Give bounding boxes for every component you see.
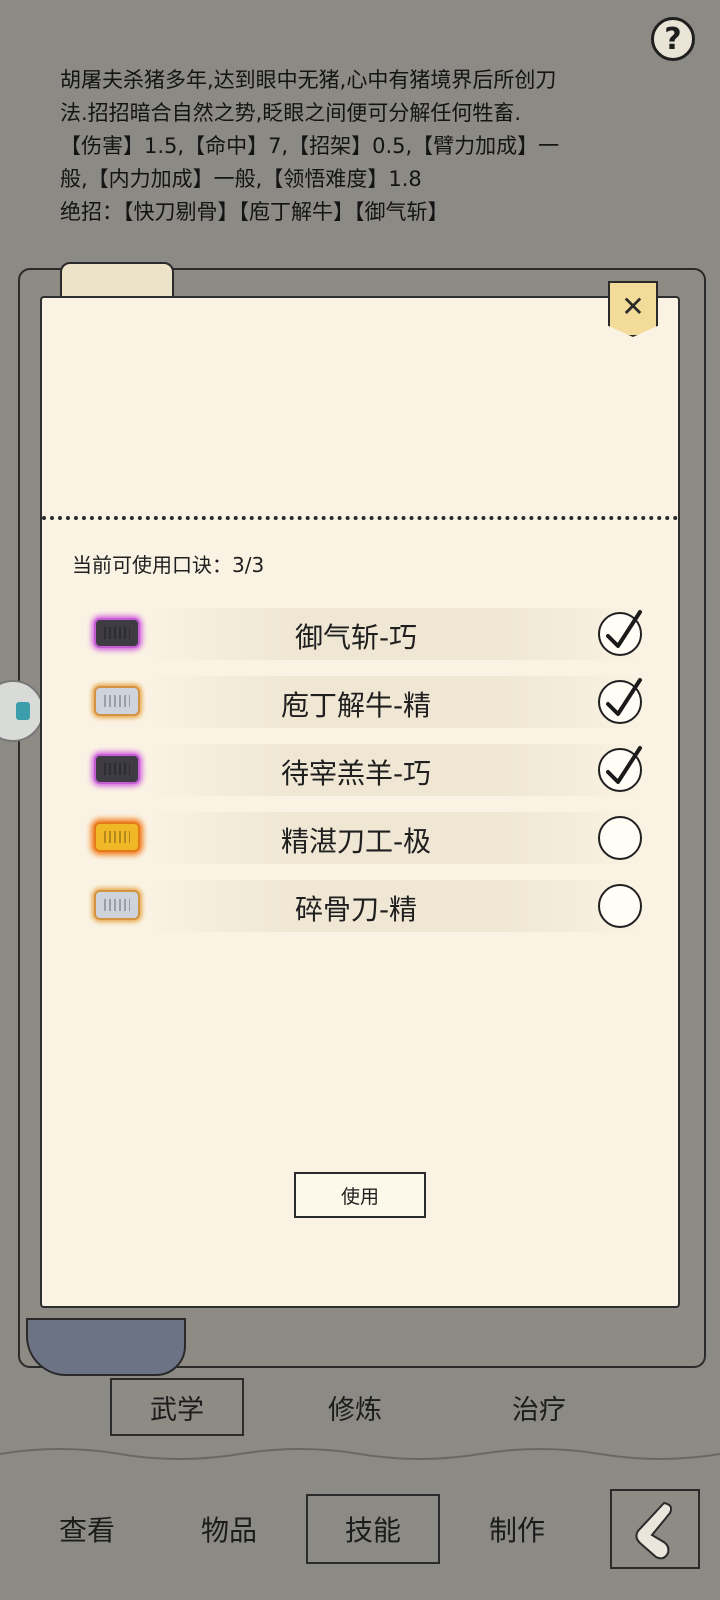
scroll-bottom-roll [26,1318,186,1376]
mantra-scroll-icon [94,686,140,716]
back-button[interactable] [610,1489,700,1569]
description-line: 胡屠夫杀猪多年,达到眼中无猪,心中有猪境界后所创刀 [60,68,557,92]
description-line: 【伤害】1.5,【命中】7,【招架】0.5,【臂力加成】一 [60,134,560,158]
nav-skills[interactable]: 技能 [306,1494,440,1564]
description-line: 般,【内力加成】一般,【领悟难度】1.8 [60,167,422,191]
select-checkbox[interactable] [598,746,642,792]
skill-name: 御气斩-巧 [294,621,418,654]
checkmark-icon [606,746,642,784]
mantra-scroll-icon [94,754,140,784]
description-line: 法.招招暗合自然之势,眨眼之间便可分解任何牲畜. [60,101,522,125]
help-button[interactable]: ? [651,17,695,61]
select-checkbox[interactable] [598,884,642,928]
skill-row[interactable]: 待宰羔羊-巧 [86,742,646,798]
select-checkbox[interactable] [598,610,642,656]
subtab-cultivation[interactable]: 修炼 [288,1378,422,1436]
subtab-martial-arts[interactable]: 武学 [110,1378,244,1436]
skill-row[interactable]: 庖丁解牛-精 [86,674,646,730]
skill-row[interactable]: 精湛刀工-极 [86,810,646,866]
skill-row[interactable]: 御气斩-巧 [86,606,646,662]
select-checkbox[interactable] [598,678,642,724]
skill-name: 待宰羔羊-巧 [280,757,432,790]
available-count-label: 当前可使用口诀：3/3 [72,553,265,577]
nav-crafting[interactable]: 制作 [450,1494,584,1564]
mantra-scroll-icon [94,890,140,920]
use-button[interactable]: 使用 [294,1172,426,1218]
nav-items[interactable]: 物品 [162,1494,296,1564]
skill-selection-panel [40,296,680,1308]
divider [42,516,678,520]
skill-name: 碎骨刀-精 [294,893,418,926]
nav-view[interactable]: 查看 [20,1494,154,1564]
skill-name: 庖丁解牛-精 [280,689,432,722]
subtab-healing[interactable]: 治疗 [472,1378,606,1436]
skill-name: 精湛刀工-极 [280,825,432,858]
description-line: 绝招：【快刀剔骨】【庖丁解牛】【御气斩】 [60,200,449,224]
checkmark-icon [606,678,642,716]
back-arrow-icon [635,1501,673,1560]
mantra-scroll-icon [94,822,140,852]
checkmark-icon [606,610,642,648]
select-checkbox[interactable] [598,816,642,860]
skill-row[interactable]: 碎骨刀-精 [86,878,646,934]
skill-description: 胡屠夫杀猪多年,达到眼中无猪,心中有猪境界后所创刀 法.招招暗合自然之势,眨眼之… [60,64,660,229]
close-button[interactable]: ✕ [608,281,658,337]
divider-wave [0,1448,720,1460]
mantra-scroll-icon [94,618,140,648]
app-icon [16,702,30,720]
